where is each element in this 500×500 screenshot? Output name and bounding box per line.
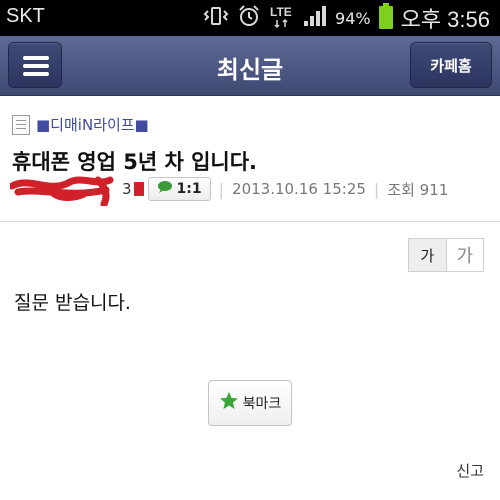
chat-label: 1:1 (176, 181, 202, 197)
status-icons: LTE 94% 오후 3:56 (203, 3, 490, 33)
divider: | (218, 179, 225, 199)
bookmark-button[interactable]: 북마크 (208, 380, 292, 426)
lte-icon: LTE (269, 3, 295, 33)
board-name-link[interactable]: ■디매iN라이프■ (36, 114, 149, 135)
post-date: 2013.10.16 15:25 (232, 180, 366, 198)
battery-percent: 94% (335, 8, 371, 28)
hamburger-icon (23, 56, 49, 60)
report-link[interactable]: 신고 (456, 460, 484, 481)
bookmark-label: 북마크 (242, 396, 282, 412)
font-size-toggle: 가 가 (408, 238, 484, 272)
post-body: 질문 받습니다. (14, 292, 131, 314)
alarm-icon (237, 4, 261, 32)
status-bar: SKT LTE 94% 오후 3:56 (0, 0, 500, 36)
author-name[interactable]: 3 (122, 180, 132, 198)
battery-icon (378, 3, 393, 33)
author-redaction-mark (133, 182, 144, 196)
author-redaction (10, 176, 122, 206)
view-count: 조회 911 (387, 180, 449, 199)
app-header: 최신글 카페홈 (0, 36, 500, 96)
svg-text:LTE: LTE (270, 5, 292, 19)
post-meta: 3 1:1 | 2013.10.16 15:25 | 조회 911 (10, 176, 449, 206)
signal-icon (303, 5, 327, 31)
clock: 오후 3:56 (400, 7, 490, 32)
chat-button[interactable]: 1:1 (147, 177, 211, 201)
chat-bubble-icon (157, 180, 173, 198)
post-header: ■디매iN라이프■ 휴대폰 영업 5년 차 입니다. 3 1:1 | 2013.… (0, 96, 500, 222)
cafe-home-button[interactable]: 카페홈 (410, 42, 492, 88)
font-large-button[interactable]: 가 (446, 239, 483, 271)
document-icon (12, 114, 30, 135)
vibrate-icon (203, 5, 229, 31)
hamburger-icon (23, 72, 49, 76)
font-small-button[interactable]: 가 (409, 239, 447, 271)
carrier-label: SKT (6, 5, 45, 27)
menu-button[interactable] (8, 42, 62, 88)
board-row: ■디매iN라이프■ (12, 114, 149, 135)
star-icon (219, 391, 239, 415)
divider: | (373, 179, 380, 199)
hamburger-icon (23, 64, 49, 68)
